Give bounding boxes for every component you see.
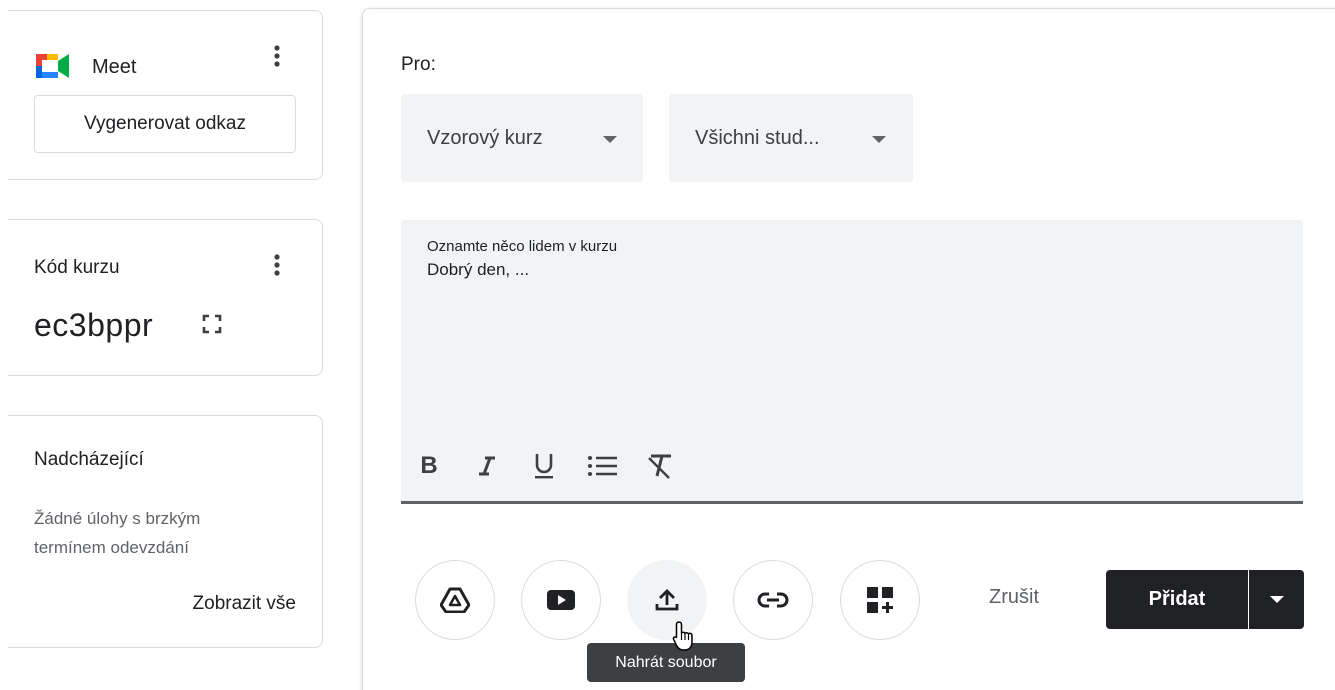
fullscreen-icon[interactable] bbox=[200, 312, 224, 336]
for-label: Pro: bbox=[401, 54, 436, 75]
course-select[interactable]: Vzorový kurz bbox=[401, 94, 643, 182]
upload-icon bbox=[655, 589, 679, 611]
create-material-button[interactable] bbox=[840, 560, 920, 640]
meet-logo-icon bbox=[36, 54, 69, 78]
editor-text[interactable]: Dobrý den, ... bbox=[427, 260, 529, 280]
dropdown-arrow-icon bbox=[603, 136, 617, 143]
youtube-icon bbox=[547, 590, 575, 610]
dropdown-arrow-icon bbox=[872, 136, 886, 143]
youtube-button[interactable] bbox=[521, 560, 601, 640]
students-select[interactable]: Všichni stud... bbox=[669, 94, 913, 182]
cancel-button[interactable]: Zrušit bbox=[989, 586, 1039, 609]
bold-icon[interactable]: B bbox=[417, 450, 441, 482]
underline-icon[interactable] bbox=[529, 450, 559, 482]
upcoming-empty-text: Žádné úlohy s brzkým termínem odevzdání bbox=[34, 509, 201, 557]
dropdown-arrow-icon bbox=[1269, 596, 1284, 603]
google-drive-icon bbox=[440, 587, 470, 613]
meet-card: Meet Vygenerovat odkaz bbox=[8, 10, 323, 180]
upload-tooltip: Nahrát soubor bbox=[587, 643, 745, 682]
course-code-card: Kód kurzu ec3bppr bbox=[8, 219, 323, 376]
editor-label: Oznamte něco lidem v kurzu bbox=[427, 238, 618, 255]
generate-link-button[interactable]: Vygenerovat odkaz bbox=[34, 95, 296, 153]
italic-icon[interactable] bbox=[475, 450, 499, 482]
add-link-button[interactable] bbox=[733, 560, 813, 640]
course-code-value: ec3bppr bbox=[34, 307, 154, 343]
announcement-composer: Pro: Vzorový kurz Všichni stud... Oznamt… bbox=[362, 8, 1335, 690]
more-vert-icon[interactable] bbox=[265, 253, 289, 277]
upcoming-card: Nadcházející Žádné úlohy s brzkým termín… bbox=[8, 415, 323, 648]
course-select-value: Vzorový kurz bbox=[427, 126, 543, 149]
upcoming-title: Nadcházející bbox=[34, 449, 144, 470]
google-drive-button[interactable] bbox=[415, 560, 495, 640]
clear-format-icon[interactable] bbox=[643, 450, 679, 482]
students-select-value: Všichni stud... bbox=[695, 126, 820, 149]
hand-cursor-icon bbox=[672, 621, 693, 651]
bulleted-list-icon[interactable] bbox=[585, 450, 621, 482]
course-code-label: Kód kurzu bbox=[34, 257, 120, 278]
announcement-editor[interactable]: Oznamte něco lidem v kurzu Dobrý den, ..… bbox=[401, 220, 1303, 504]
post-button[interactable]: Přidat bbox=[1106, 570, 1248, 629]
post-options-button[interactable] bbox=[1249, 570, 1304, 629]
add-material-icon bbox=[867, 587, 893, 613]
meet-title: Meet bbox=[92, 56, 137, 78]
more-vert-icon[interactable] bbox=[265, 44, 289, 68]
view-all-link[interactable]: Zobrazit vše bbox=[193, 593, 296, 615]
link-icon bbox=[757, 592, 789, 608]
